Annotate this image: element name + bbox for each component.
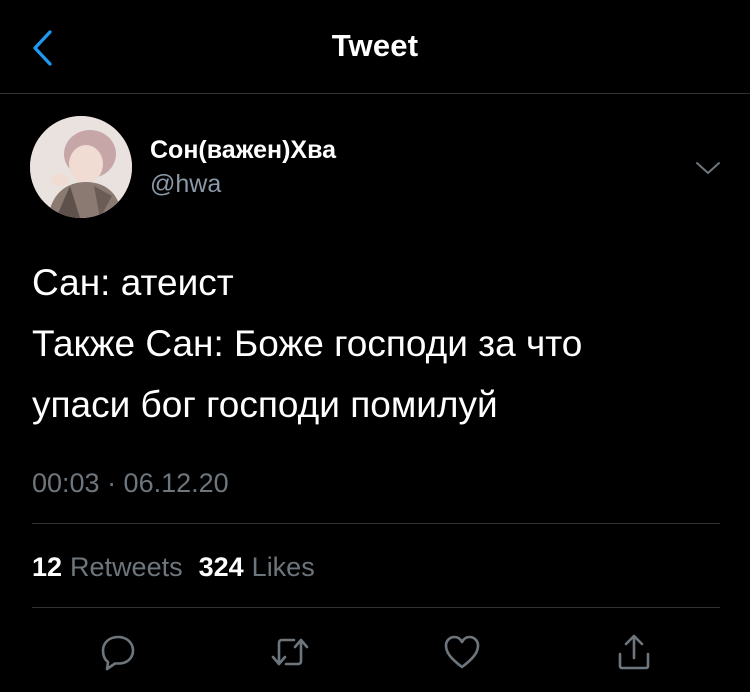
user-handle[interactable]: @hwa [150,170,221,199]
divider [32,523,720,524]
retweets-label[interactable]: Retweets [70,552,183,583]
retweet-button[interactable] [264,626,316,678]
avatar-image [30,116,132,218]
action-bar [0,626,750,678]
retweet-icon [271,638,309,666]
tweet-text: Сан: атеист Также Сан: Боже господи за ч… [32,252,722,435]
tweet-text-line: Также Сан: Боже господи за что [32,323,583,364]
retweets-count[interactable]: 12 [32,552,62,583]
share-icon [618,634,650,670]
likes-count[interactable]: 324 [199,552,244,583]
display-name[interactable]: Сон(важен)Хва [150,136,336,165]
reply-button[interactable] [92,626,144,678]
tweet-text-line: Сан: атеист [32,262,234,303]
share-button[interactable] [608,626,660,678]
tweet-text-line: упаси бог господи помилуй [32,384,498,425]
tweet-stats: 12 Retweets 324 Likes [32,552,331,583]
chevron-down-icon [696,162,720,174]
page-title: Tweet [331,28,419,63]
divider [32,607,720,608]
like-icon [444,635,480,669]
avatar[interactable] [30,116,132,218]
like-button[interactable] [436,626,488,678]
reply-icon [101,635,135,671]
more-options-button[interactable] [692,154,724,182]
likes-label[interactable]: Likes [252,552,315,583]
tweet-timestamp[interactable]: 00:03 · 06.12.20 [32,468,229,499]
header-bar: Tweet [0,0,750,94]
